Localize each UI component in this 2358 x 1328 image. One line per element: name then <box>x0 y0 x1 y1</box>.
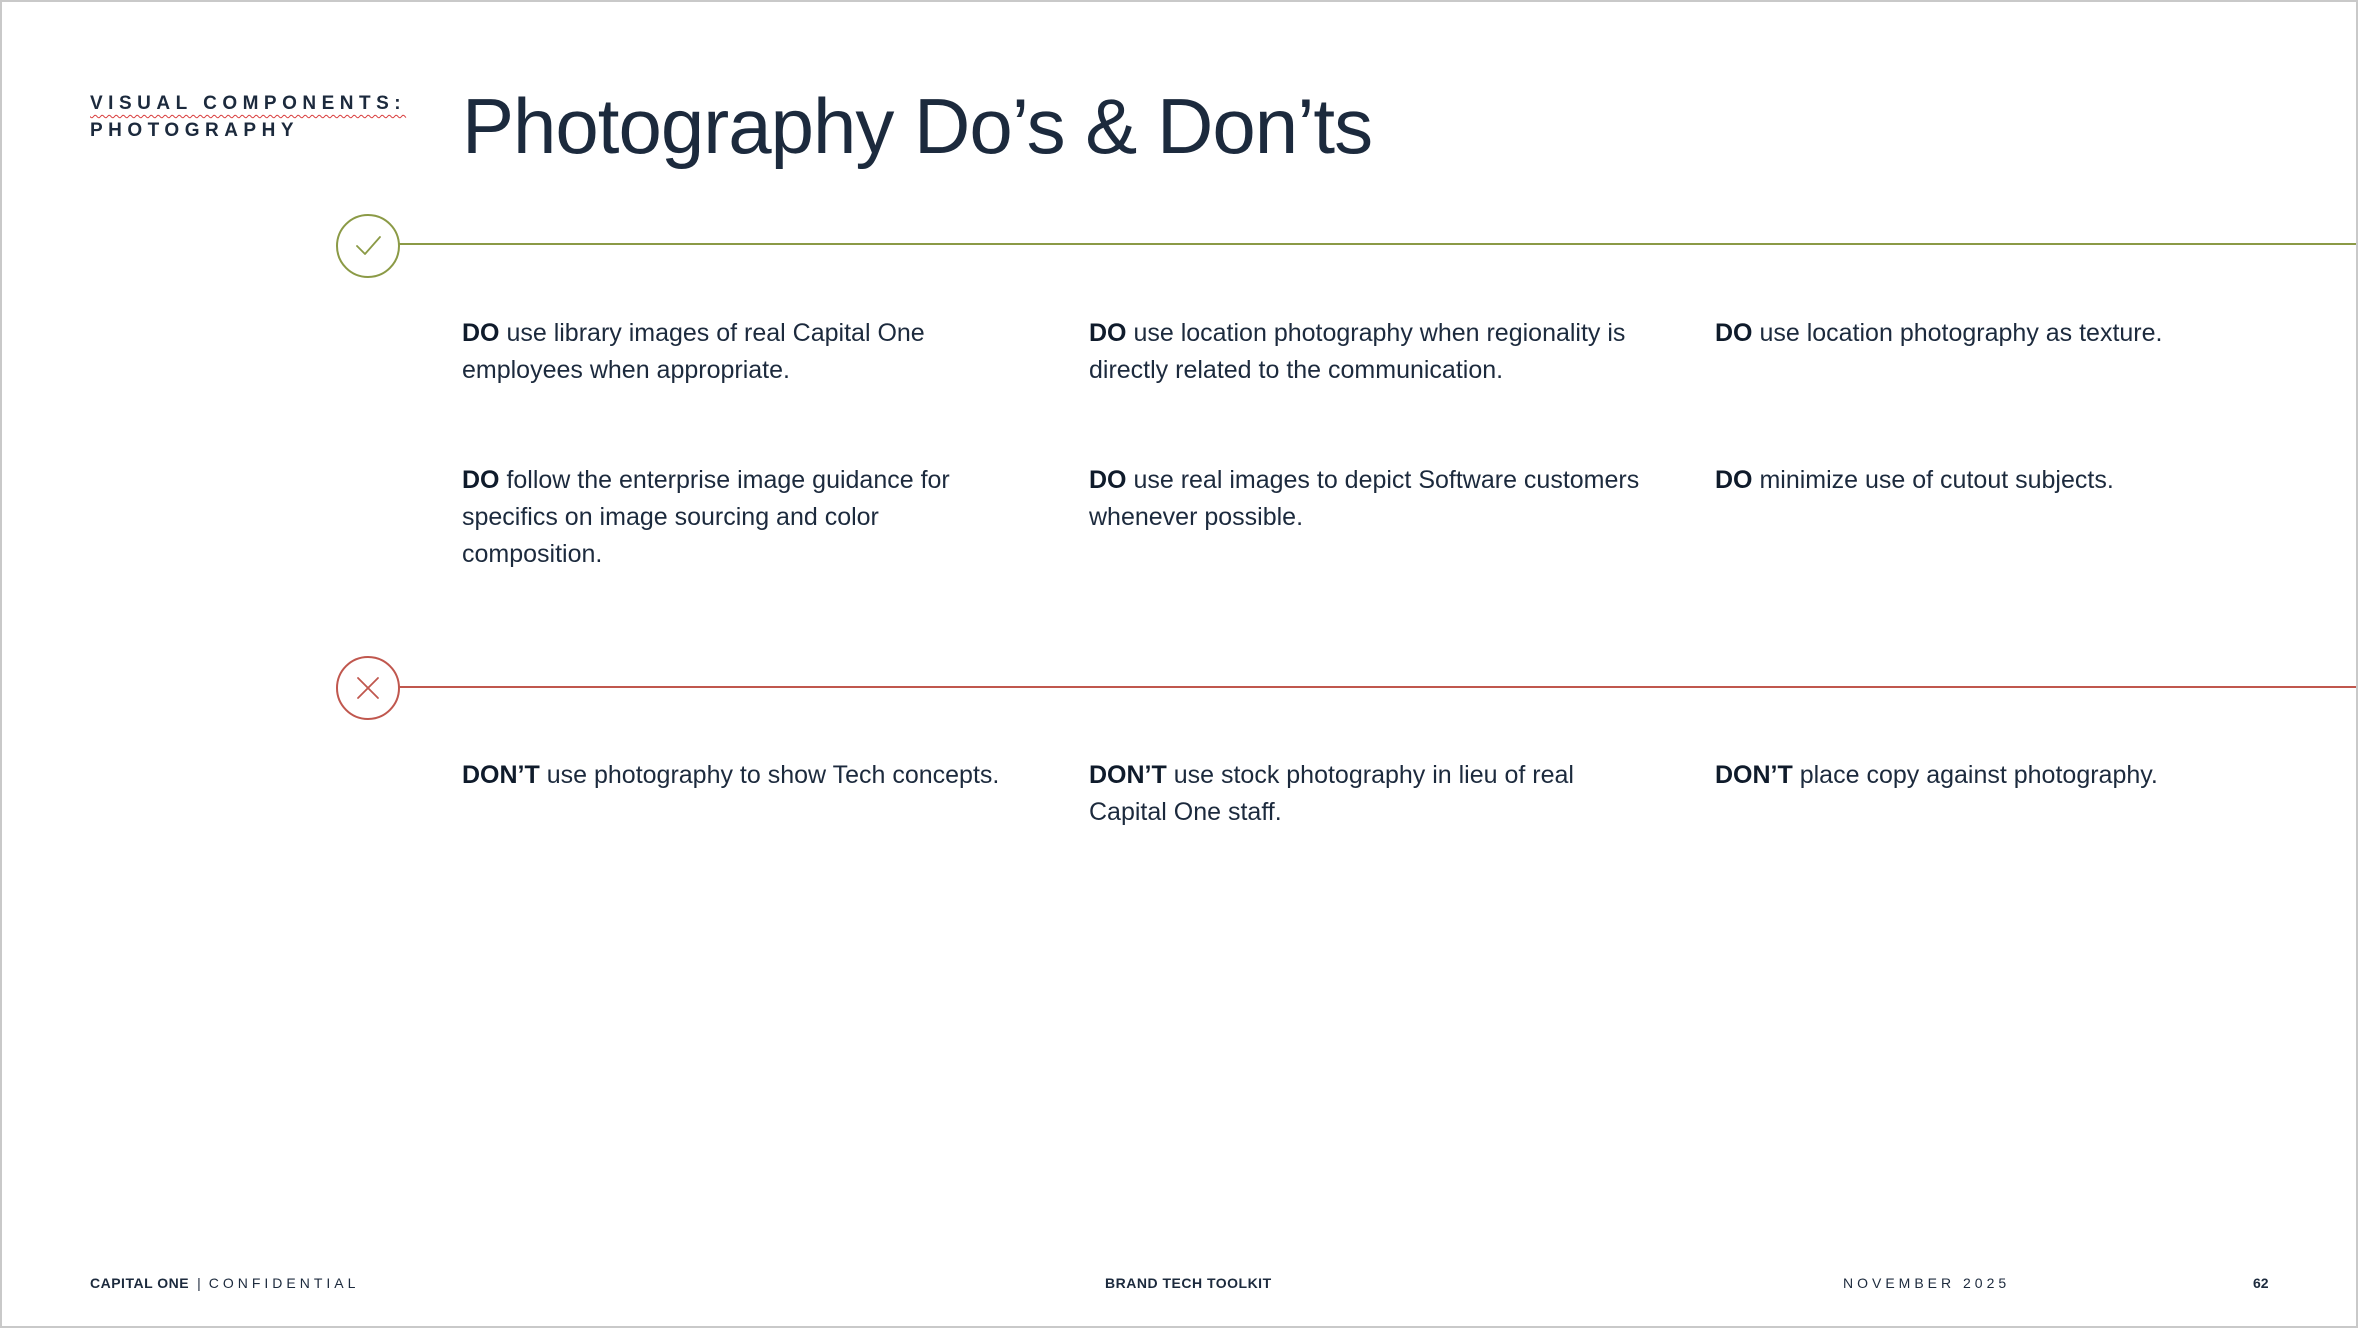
do-item: DO minimize use of cutout subjects. <box>1715 462 2275 499</box>
do-text: use library images of real Capital One e… <box>462 319 925 384</box>
section-label-line2: PHOTOGRAPHY <box>90 120 300 141</box>
section-label: VISUAL COMPONENTS: PHOTOGRAPHY <box>90 90 406 144</box>
do-item: DO use location photography as texture. <box>1715 315 2275 352</box>
do-item: DO use location photography when regiona… <box>1089 315 1629 389</box>
section-label-line1: VISUAL COMPONENTS: <box>90 93 407 114</box>
dont-text: use photography to show Tech concepts. <box>539 761 1000 789</box>
footer-date: NOVEMBER 2025 <box>1843 1275 2011 1291</box>
do-text: use real images to depict Software custo… <box>1089 466 1640 531</box>
footer-center: BRAND TECH TOOLKIT <box>1105 1275 1272 1291</box>
dont-item: DON’T place copy against photography. <box>1715 757 2275 794</box>
do-divider <box>397 243 2356 245</box>
do-item: DO use real images to depict Software cu… <box>1089 462 1649 536</box>
dont-keyword: DON’T <box>462 761 540 789</box>
do-text: use location photography as texture. <box>1752 319 2163 347</box>
page-title: Photography Do’s & Don’ts <box>462 82 1373 170</box>
do-keyword: DO <box>1089 319 1127 347</box>
dont-keyword: DON’T <box>1715 761 1793 789</box>
x-mark-icon <box>357 677 379 699</box>
do-keyword: DO <box>462 466 500 494</box>
slide: VISUAL COMPONENTS: PHOTOGRAPHY Photograp… <box>0 0 2358 1328</box>
footer-left: CAPITAL ONE | CONFIDENTIAL <box>90 1275 359 1291</box>
do-item: DO use library images of real Capital On… <box>462 315 1022 389</box>
do-keyword: DO <box>1715 319 1753 347</box>
page-number: 62 <box>2253 1275 2269 1291</box>
dont-divider <box>397 686 2356 688</box>
dont-keyword: DON’T <box>1089 761 1167 789</box>
dont-icon-circle <box>336 656 400 720</box>
do-icon-circle <box>336 214 400 278</box>
checkmark-icon <box>356 236 381 255</box>
do-keyword: DO <box>1715 466 1753 494</box>
do-keyword: DO <box>1089 466 1127 494</box>
dont-item: DON’T use stock photography in lieu of r… <box>1089 757 1609 831</box>
do-text: follow the enterprise image guidance for… <box>462 466 950 568</box>
footer-brand: CAPITAL ONE <box>90 1275 190 1291</box>
do-text: use location photography when regionalit… <box>1089 319 1626 384</box>
do-item: DO follow the enterprise image guidance … <box>462 462 1022 573</box>
dont-text: place copy against photography. <box>1792 761 2158 789</box>
dont-item: DON’T use photography to show Tech conce… <box>462 757 1022 794</box>
footer-separator: | <box>197 1275 201 1291</box>
footer-confidential: CONFIDENTIAL <box>208 1275 360 1291</box>
do-keyword: DO <box>462 319 500 347</box>
do-text: minimize use of cutout subjects. <box>1752 466 2114 494</box>
